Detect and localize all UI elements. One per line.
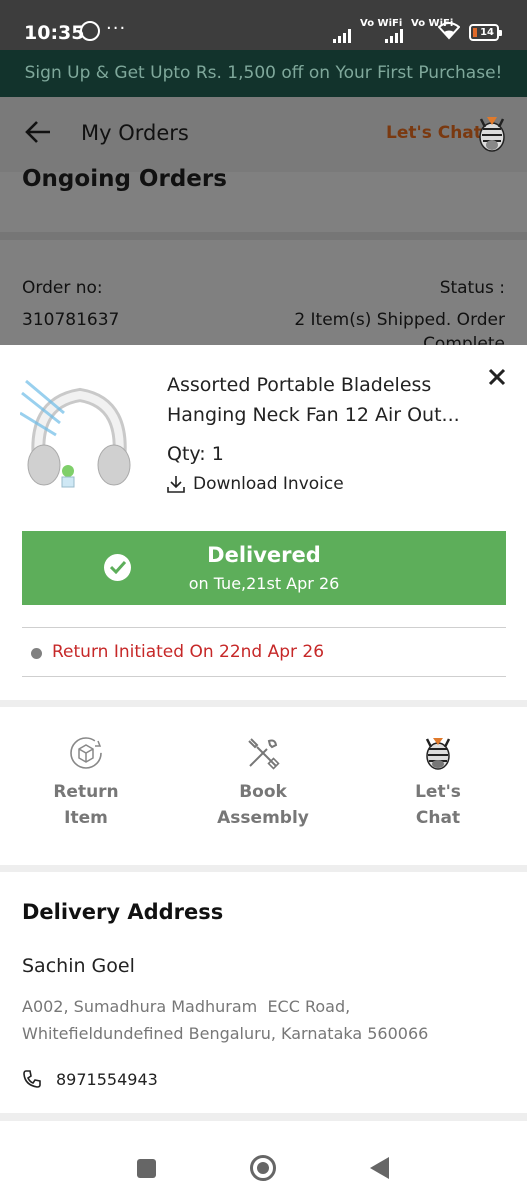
book-assembly-label-line2: Assembly [217, 808, 309, 828]
status-label: Status : [439, 278, 505, 298]
return-status-text: Return Initiated On 22nd Apr 26 [52, 642, 325, 662]
order-detail-sheet: Assorted Portable Bladeless Hanging Neck… [0, 345, 527, 1125]
wifi-icon [438, 22, 460, 40]
phone-icon [23, 1070, 41, 1088]
delivered-date: on Tue,21st Apr 26 [188, 574, 340, 593]
lets-chat-button[interactable]: Let's Chat [386, 123, 482, 143]
phone-number[interactable]: 8971554943 [56, 1070, 158, 1089]
more-notifications-icon: ··· [106, 18, 127, 39]
divider [0, 232, 527, 240]
orders-background-overlay: Ongoing Orders Order no: 310781637 Statu… [0, 166, 527, 354]
address-text: A002, Sumadhura Madhuram ECC Road, White… [22, 993, 502, 1047]
home-icon[interactable] [250, 1155, 276, 1181]
lets-chat-action-button[interactable]: Let's Chat [373, 735, 503, 831]
page-title: My Orders [81, 121, 189, 145]
status-time: 10:35 [24, 22, 85, 44]
address-line-1: A002, Sumadhura Madhuram ECC Road, [22, 997, 351, 1016]
status-bar: 10:35 ··· Vo WiFi Vo WiFi 14 [0, 0, 527, 50]
return-item-label-line1: Return [53, 782, 119, 802]
download-invoice-label: Download Invoice [193, 474, 344, 494]
zebra-mascot-icon [425, 738, 451, 770]
download-icon [167, 476, 185, 493]
promo-banner[interactable]: Sign Up & Get Upto Rs. 1,500 off on Your… [0, 50, 527, 97]
section-divider [0, 1113, 527, 1121]
order-no-label: Order no: [22, 278, 103, 298]
product-image[interactable] [20, 373, 142, 493]
back-triangle-icon[interactable] [370, 1157, 389, 1179]
section-title: Ongoing Orders [22, 166, 227, 192]
battery-icon: 14 [469, 24, 502, 41]
delivery-address-heading: Delivery Address [22, 900, 224, 924]
return-item-label-line2: Item [64, 808, 108, 828]
section-divider [0, 865, 527, 872]
return-box-icon [70, 737, 102, 769]
signal-icon [385, 24, 405, 43]
status-dot-icon [31, 648, 42, 659]
return-status-row: Return Initiated On 22nd Apr 26 [22, 627, 506, 677]
zebra-mascot-icon[interactable] [475, 113, 509, 153]
product-name[interactable]: Assorted Portable Bladeless Hanging Neck… [167, 370, 477, 430]
delivered-title: Delivered [207, 543, 321, 567]
return-item-button[interactable]: Return Item [21, 735, 151, 831]
book-assembly-button[interactable]: Book Assembly [198, 735, 328, 831]
app-header: My Orders Let's Chat [0, 97, 527, 172]
delivered-status-banner: Delivered on Tue,21st Apr 26 [22, 531, 506, 605]
arrow-left-icon[interactable] [24, 117, 52, 147]
phone-row: 8971554943 [22, 1069, 158, 1089]
product-quantity: Qty: 1 [167, 443, 224, 465]
recipient-name: Sachin Goel [22, 955, 135, 977]
book-assembly-label-line1: Book [239, 782, 287, 802]
close-icon[interactable] [487, 367, 507, 387]
tools-icon [248, 738, 280, 770]
section-divider [0, 700, 527, 707]
recent-apps-icon[interactable] [137, 1159, 156, 1178]
status-value: 2 Item(s) Shipped. Order [294, 310, 505, 330]
download-invoice-button[interactable]: Download Invoice [167, 474, 344, 494]
order-no-value: 310781637 [22, 310, 120, 330]
address-line-2: Whitefieldundefined Bengaluru, Karnataka… [22, 1024, 429, 1043]
whatsapp-icon [80, 21, 100, 41]
signal-icon [333, 24, 353, 43]
system-navigation-bar [0, 1125, 527, 1200]
lets-chat-label-line1: Let's [415, 782, 461, 802]
lets-chat-label-line2: Chat [415, 808, 461, 828]
